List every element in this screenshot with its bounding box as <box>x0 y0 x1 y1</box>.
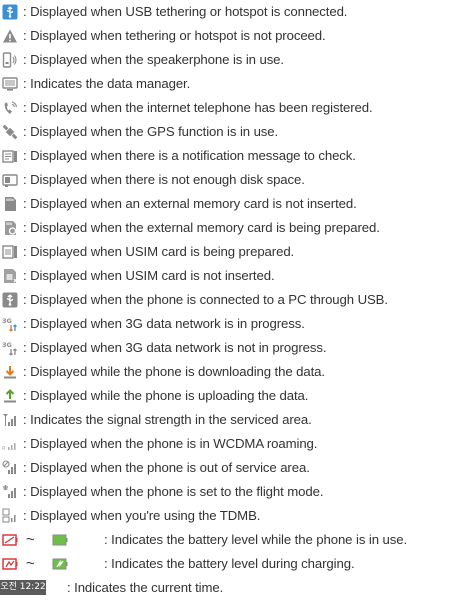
signal-strength-icon <box>3 414 16 426</box>
list-item: : Displayed when the phone is out of ser… <box>0 456 455 480</box>
speakerphone-icon <box>2 52 17 68</box>
list-item: : Displayed while the phone is uploading… <box>0 384 455 408</box>
list-item: : Indicates the signal strength in the s… <box>0 408 455 432</box>
item-text: : Displayed when the internet telephone … <box>23 100 373 115</box>
list-item: R : Displayed when the phone is in WCDMA… <box>0 432 455 456</box>
list-item: : Displayed when there is a notification… <box>0 144 455 168</box>
item-text: : Displayed when there is a notification… <box>23 148 356 163</box>
usim-missing-icon <box>4 269 18 283</box>
usb-tethering-icon <box>2 4 18 20</box>
battery-charging-icons: ~ <box>2 555 100 572</box>
memory-card-preparing-icon <box>5 221 17 235</box>
item-text: : Displayed when the phone is set to the… <box>23 484 324 499</box>
gps-icon <box>2 124 18 140</box>
item-text: : Displayed when 3G data network is not … <box>23 340 327 355</box>
item-text: : Indicates the current time. <box>67 580 224 595</box>
list-item: ~ : Indicates the battery level while th… <box>0 528 455 552</box>
battery-charging-empty-icon <box>2 558 18 570</box>
battery-charging-full-icon <box>52 558 68 570</box>
item-text: : Indicates the data manager. <box>23 76 191 91</box>
list-item: 3G : Displayed when 3G data network is i… <box>0 312 455 336</box>
item-text: : Displayed when the phone is out of ser… <box>23 460 310 475</box>
tethering-warning-icon <box>3 29 17 43</box>
item-text: : Displayed when USIM card is being prep… <box>23 244 295 259</box>
flight-mode-icon <box>3 485 16 498</box>
list-item: : Displayed when the external memory car… <box>0 216 455 240</box>
list-item: : Displayed when the phone is connected … <box>0 288 455 312</box>
list-item: : Indicates the data manager. <box>0 72 455 96</box>
list-item: : Displayed when the internet telephone … <box>0 96 455 120</box>
item-text: : Displayed while the phone is downloadi… <box>23 364 325 379</box>
upload-icon <box>4 389 16 403</box>
tilde-separator: ~ <box>26 555 35 572</box>
usim-preparing-icon <box>2 245 17 259</box>
item-text: : Indicates the signal strength in the s… <box>23 412 312 427</box>
item-text: : Indicates the battery level during cha… <box>104 556 355 571</box>
item-text: : Displayed when the GPS function is in … <box>23 124 279 139</box>
item-text: : Displayed when the phone is connected … <box>23 292 388 307</box>
list-item: : Displayed when there is not enough dis… <box>0 168 455 192</box>
tilde-separator: ~ <box>26 531 35 548</box>
item-text: : Displayed when the phone is in WCDMA r… <box>23 436 318 451</box>
list-item: : Displayed when USB tethering or hotspo… <box>0 0 455 24</box>
list-item: : Displayed when the speakerphone is in … <box>0 48 455 72</box>
item-text: : Displayed when the external memory car… <box>23 220 380 235</box>
list-item: ~ : Indicates the battery level during c… <box>0 552 455 576</box>
pc-usb-connection-icon <box>2 292 18 308</box>
item-text: : Displayed when you're using the TDMB. <box>23 508 261 523</box>
item-text: : Displayed when 3G data network is in p… <box>23 316 305 331</box>
memory-card-missing-icon <box>5 197 16 211</box>
list-item: : Displayed while the phone is downloadi… <box>0 360 455 384</box>
battery-full-icon <box>52 534 68 546</box>
svg-text:3G: 3G <box>2 317 12 325</box>
list-item: : Displayed when the GPS function is in … <box>0 120 455 144</box>
item-text: : Displayed when there is not enough dis… <box>23 172 305 187</box>
svg-text:3G: 3G <box>2 341 12 349</box>
list-item: : Displayed when an external memory card… <box>0 192 455 216</box>
download-icon <box>4 366 16 379</box>
list-item: 오전 12:22 : Indicates the current time. <box>0 576 455 600</box>
battery-empty-icon <box>2 534 18 546</box>
item-text: : Indicates the battery level while the … <box>104 532 408 547</box>
low-disk-space-icon <box>2 174 18 187</box>
item-text: : Displayed when the speakerphone is in … <box>23 52 284 67</box>
list-item: : Displayed when USIM card is being prep… <box>0 240 455 264</box>
wcdma-roaming-icon: R <box>2 443 16 452</box>
list-item: : Displayed when the phone is set to the… <box>0 480 455 504</box>
list-item: : Displayed when tethering or hotspot is… <box>0 24 455 48</box>
data-manager-icon <box>2 77 18 91</box>
3g-inactive-icon: 3G <box>2 341 17 356</box>
list-item: 3G : Displayed when 3G data network is n… <box>0 336 455 360</box>
svg-text:R: R <box>2 446 6 452</box>
list-item: : Displayed when USIM card is not insert… <box>0 264 455 288</box>
internet-telephone-icon <box>4 101 18 114</box>
3g-active-icon: 3G <box>2 317 17 332</box>
list-item: : Displayed when you're using the TDMB. <box>0 504 455 528</box>
battery-in-use-icons: ~ <box>2 531 100 548</box>
tdmb-icon <box>2 508 16 523</box>
notification-message-icon <box>2 150 17 163</box>
item-text: : Displayed when tethering or hotspot is… <box>23 28 326 43</box>
no-service-icon <box>2 460 16 474</box>
item-text: : Displayed when USB tethering or hotspo… <box>23 4 348 19</box>
clock-badge: 오전 12:22 <box>0 580 46 595</box>
item-text: : Displayed while the phone is uploading… <box>23 388 309 403</box>
item-text: : Displayed when an external memory card… <box>23 196 357 211</box>
item-text: : Displayed when USIM card is not insert… <box>23 268 275 283</box>
